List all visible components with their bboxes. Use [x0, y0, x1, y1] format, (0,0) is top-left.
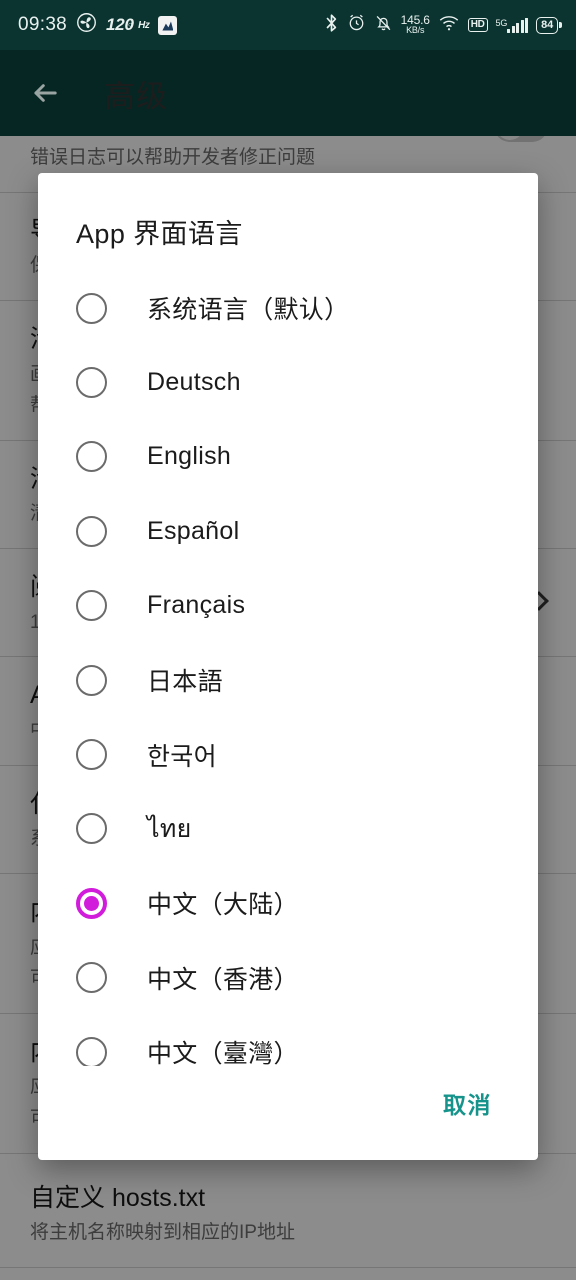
status-bar-left: 09:38 120 ○ Hz: [18, 12, 324, 38]
battery-cap: [559, 22, 562, 28]
language-option-label: 中文（臺灣）: [147, 1040, 299, 1066]
language-option-label: 中文（香港）: [147, 965, 299, 994]
fan-icon: [76, 12, 97, 38]
signal-bars-icon: [507, 17, 529, 33]
language-option-korean[interactable]: 한국어: [38, 717, 538, 791]
cancel-button[interactable]: 取消: [435, 1076, 500, 1130]
page-title: 高级: [104, 78, 168, 114]
status-clock: 09:38: [18, 14, 68, 35]
radio-icon[interactable]: [76, 367, 107, 399]
radio-icon[interactable]: [76, 1036, 107, 1066]
app-icon: [158, 15, 178, 35]
language-option-chinese-mainland[interactable]: 中文（大陆）: [38, 866, 538, 940]
battery-indicator: 84: [536, 16, 562, 34]
cellular-indicator: 5G: [495, 17, 529, 33]
language-option-espanol[interactable]: Español: [38, 494, 538, 568]
language-dialog: App 界面语言 系统语言（默认） Deutsch English Españo…: [38, 173, 538, 1160]
language-option-chinese-hongkong[interactable]: 中文（香港）: [38, 941, 538, 1015]
radio-icon[interactable]: [76, 292, 107, 324]
language-option-chinese-taiwan[interactable]: 中文（臺灣）: [38, 1015, 538, 1066]
language-option-deutsch[interactable]: Deutsch: [38, 345, 538, 419]
radio-icon-selected[interactable]: [76, 887, 107, 919]
language-option-label: Deutsch: [147, 368, 241, 397]
language-option-label: ไทย: [147, 814, 192, 843]
radio-icon[interactable]: [76, 515, 107, 547]
language-option-label: Français: [147, 591, 246, 620]
battery-level: 84: [536, 16, 558, 34]
language-option-japanese[interactable]: 日本語: [38, 643, 538, 717]
radio-icon[interactable]: [76, 441, 107, 473]
refresh-rate-indicator: 120 ○ Hz: [106, 15, 150, 34]
back-arrow-icon[interactable]: [28, 76, 62, 110]
language-option-system[interactable]: 系统语言（默认）: [38, 271, 538, 345]
radio-icon[interactable]: [76, 590, 107, 622]
dialog-title: App 界面语言: [76, 219, 243, 249]
status-bar: 09:38 120 ○ Hz 145.6 KB/s HD 5G 84: [0, 0, 576, 50]
radio-icon[interactable]: [76, 664, 107, 696]
phone-screen: 09:38 120 ○ Hz 145.6 KB/s HD 5G 84 高级 错误…: [0, 0, 576, 1280]
language-options-list: 系统语言（默认） Deutsch English Español Françai…: [38, 267, 538, 1066]
notification-muted-icon: [374, 13, 393, 38]
language-option-label: Español: [147, 516, 240, 545]
language-option-english[interactable]: English: [38, 420, 538, 494]
language-option-label: 한국어: [147, 742, 217, 771]
alarm-icon: [347, 13, 366, 37]
language-option-label: 系统语言（默认）: [147, 296, 350, 325]
language-option-francais[interactable]: Français: [38, 569, 538, 643]
language-option-thai[interactable]: ไทย: [38, 792, 538, 866]
language-option-label: English: [147, 442, 232, 471]
wifi-icon: [438, 13, 460, 37]
language-option-label: 中文（大陆）: [147, 891, 299, 920]
radio-icon[interactable]: [76, 739, 107, 771]
app-bar: 高级: [0, 50, 576, 136]
network-type-label: 5G: [495, 17, 508, 28]
language-option-label: 日本語: [147, 668, 223, 697]
network-speed: 145.6 KB/s: [400, 13, 430, 35]
hd-badge: HD: [467, 18, 488, 32]
dialog-actions: 取消: [38, 1066, 538, 1160]
status-bar-right: 145.6 KB/s HD 5G 84: [324, 13, 562, 38]
radio-icon[interactable]: [76, 962, 107, 994]
bluetooth-icon: [324, 13, 339, 38]
radio-icon[interactable]: [76, 813, 107, 845]
